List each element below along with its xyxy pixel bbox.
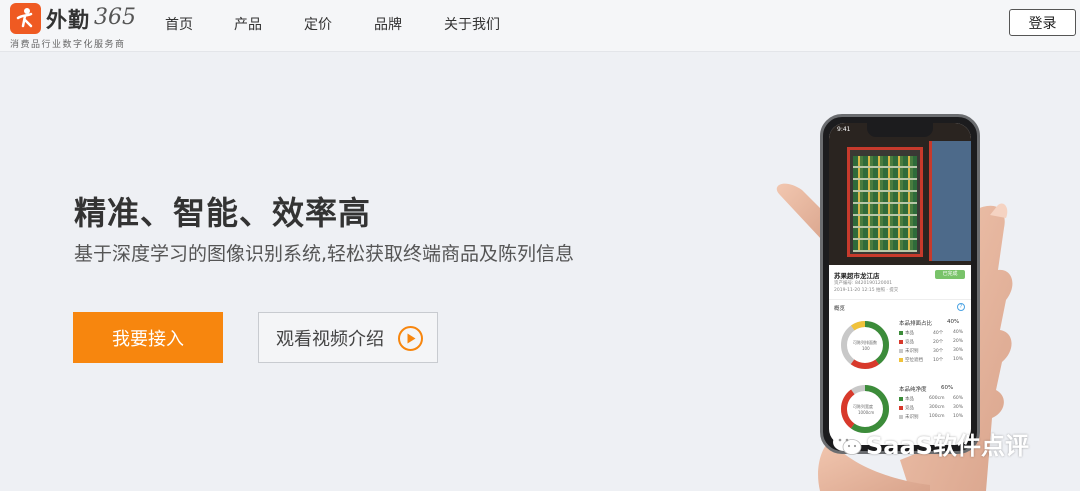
legend-pct: 30% — [953, 405, 964, 410]
logo-mark-icon — [10, 3, 41, 34]
legend-pct: 20% — [953, 339, 964, 344]
legend-count: 30个 — [933, 349, 944, 354]
play-icon — [398, 326, 423, 351]
access-button[interactable]: 我要接入 — [73, 312, 223, 363]
store-name: 苏果超市龙江店 — [834, 272, 880, 280]
store-id: 资产编号: 8420190120001 — [834, 281, 893, 286]
metric1-legend-row: 本品 — [899, 330, 914, 336]
legend-count: 10个 — [933, 358, 944, 363]
brand-name: 外勤 — [46, 7, 90, 32]
main-nav: 首页 产品 定价 品牌 关于我们 — [165, 14, 542, 34]
legend-pct: 40% — [953, 330, 964, 335]
metric2-legend-row: 未识别 — [899, 414, 919, 420]
brand-number: 365 — [94, 5, 136, 30]
nav-item-about[interactable]: 关于我们 — [444, 14, 500, 34]
help-icon[interactable]: ? — [957, 303, 965, 311]
legend-pct: 10% — [953, 414, 964, 419]
legend-pct: 30% — [953, 348, 964, 353]
watch-video-label: 观看视频介绍 — [276, 328, 384, 350]
store-time: 2019-11-20 12:15 拍照 · 提交 — [834, 288, 899, 293]
metric1-title: 本品排面占比 — [899, 321, 933, 327]
metric1-legend-row: 空位遮挡 — [899, 357, 923, 363]
overview-label: 概览 — [834, 306, 846, 312]
hero-subtitle: 基于深度学习的图像识别系统,轻松获取终端商品及陈列信息 — [74, 243, 575, 265]
phone-notch — [867, 123, 933, 137]
legend-pct: 60% — [953, 396, 964, 401]
phone-frame: 9:41 苏果超市龙江店 已完成 资产编号: 8420190120001 201… — [820, 114, 980, 454]
donut1-center-value: 100 — [862, 346, 870, 351]
nav-item-home[interactable]: 首页 — [165, 14, 193, 34]
metric2-legend-row: 本品 — [899, 396, 914, 402]
status-badge: 已完成 — [935, 270, 965, 279]
fridge-side-image — [929, 141, 971, 261]
fridge-image — [847, 147, 923, 257]
wechat-icon — [833, 432, 862, 455]
nav-item-products[interactable]: 产品 — [234, 14, 262, 34]
legend-pct: 10% — [953, 357, 964, 362]
phone-screen: 9:41 苏果超市龙江店 已完成 资产编号: 8420190120001 201… — [829, 123, 971, 445]
metric1-legend-row: 竞品 — [899, 339, 914, 345]
status-time: 9:41 — [837, 126, 851, 133]
logo[interactable]: 外勤 365 消费品行业数字化服务商 — [10, 3, 140, 50]
legend-count: 20个 — [933, 340, 944, 345]
legend-count: 100cm — [929, 414, 945, 419]
metric1-percent: 40% — [947, 319, 960, 325]
watch-video-button[interactable]: 观看视频介绍 — [258, 312, 438, 363]
divider — [829, 299, 971, 300]
nav-item-brand[interactable]: 品牌 — [374, 14, 402, 34]
watermark: SaaS软件点评 — [832, 426, 1029, 461]
metric2-percent: 60% — [941, 385, 954, 391]
legend-count: 600cm — [929, 396, 945, 401]
store-photo — [829, 123, 971, 265]
legend-count: 300cm — [929, 405, 945, 410]
donut2-center-value: 1000cm — [858, 410, 875, 415]
login-button[interactable]: 登录 — [1009, 9, 1076, 36]
watermark-text: SaaS软件点评 — [866, 432, 1029, 460]
metric2-legend-row: 竞品 — [899, 405, 914, 411]
metric1-legend-row: 未识别 — [899, 348, 919, 354]
metric2-title: 本品纯净度 — [899, 387, 927, 393]
top-navigation: 外勤 365 消费品行业数字化服务商 首页 产品 定价 品牌 关于我们 登录 — [0, 0, 1080, 52]
brand-slogan: 消费品行业数字化服务商 — [10, 40, 126, 50]
hero-title: 精准、智能、效率高 — [74, 194, 372, 232]
legend-count: 40个 — [933, 331, 944, 336]
nav-item-pricing[interactable]: 定价 — [304, 14, 332, 34]
